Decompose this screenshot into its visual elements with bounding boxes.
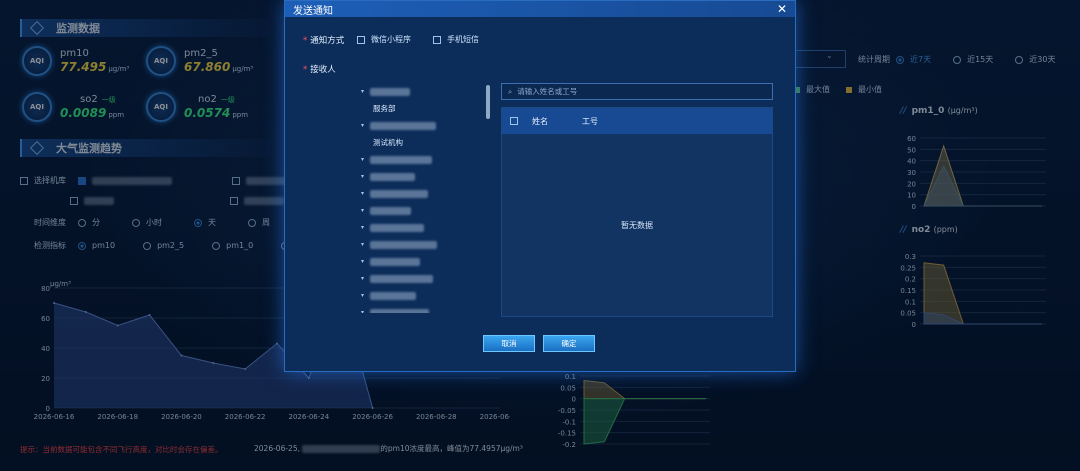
tree-item[interactable]: ▾ bbox=[361, 185, 489, 202]
tree-item[interactable]: ▾ bbox=[361, 219, 489, 236]
org-tree: ▾服务部▾测试机构▾▾▾▾▾▾▾▾▾▾飞手部 bbox=[361, 83, 489, 313]
tree-item-redacted bbox=[370, 240, 438, 249]
search-placeholder: 请输入姓名或工号 bbox=[517, 87, 578, 96]
tree-item[interactable]: ▾ bbox=[361, 304, 489, 313]
confirm-button[interactable]: 确定 bbox=[543, 335, 595, 352]
tree-item-redacted bbox=[370, 189, 429, 198]
tree-item-redacted bbox=[370, 257, 421, 266]
tree-item-label: 测试机构 bbox=[373, 138, 403, 147]
col-name: 姓名 bbox=[532, 116, 548, 126]
tree-item[interactable]: ▾ bbox=[361, 151, 489, 168]
tree-item-redacted bbox=[370, 308, 430, 313]
tree-item-redacted bbox=[370, 121, 437, 130]
tree-item[interactable]: 测试机构 bbox=[361, 134, 489, 151]
caret-down-icon: ▾ bbox=[361, 156, 365, 163]
tree-item[interactable]: ▾ bbox=[361, 270, 489, 287]
tree-item-redacted bbox=[370, 155, 433, 164]
caret-down-icon: ▾ bbox=[361, 88, 365, 95]
search-icon: ⌕ bbox=[508, 86, 513, 96]
caret-down-icon: ▾ bbox=[361, 173, 365, 180]
cancel-button[interactable]: 取消 bbox=[483, 335, 535, 352]
caret-down-icon: ▾ bbox=[361, 292, 365, 299]
caret-down-icon: ▾ bbox=[361, 190, 365, 197]
sms-checkbox[interactable] bbox=[433, 35, 441, 44]
receiver-table: 姓名 工号 暂无数据 bbox=[501, 107, 773, 317]
tree-item[interactable]: ▾ bbox=[361, 253, 489, 270]
caret-down-icon: ▾ bbox=[361, 258, 365, 265]
tree-item-redacted bbox=[370, 206, 412, 215]
tree-item[interactable]: ▾ bbox=[361, 287, 489, 304]
tree-item-redacted bbox=[370, 291, 417, 300]
method-options: 微信小程序 手机短信 bbox=[357, 34, 479, 45]
tree-item[interactable]: ▾ bbox=[361, 117, 489, 134]
tree-item-redacted bbox=[370, 87, 411, 96]
tree-item[interactable]: ▾ bbox=[361, 83, 489, 100]
empty-text: 暂无数据 bbox=[621, 221, 653, 230]
tree-item-redacted bbox=[370, 223, 425, 232]
select-all-checkbox[interactable] bbox=[510, 117, 518, 125]
tree-item[interactable]: ▾ bbox=[361, 168, 489, 185]
tree-item-redacted bbox=[370, 274, 434, 283]
caret-down-icon: ▾ bbox=[361, 309, 365, 313]
caret-down-icon: ▾ bbox=[361, 122, 365, 129]
close-icon[interactable]: ✕ bbox=[777, 2, 787, 16]
tree-item-redacted bbox=[370, 172, 416, 181]
search-input[interactable]: ⌕ 请输入姓名或工号 bbox=[501, 83, 773, 100]
wechat-checkbox[interactable] bbox=[357, 35, 365, 44]
receiver-label: * 接收人 bbox=[303, 65, 336, 75]
tree-scrollbar[interactable] bbox=[486, 85, 490, 119]
method-label: * 通知方式 bbox=[303, 36, 345, 46]
caret-down-icon: ▾ bbox=[361, 207, 365, 214]
tree-item[interactable]: ▾ bbox=[361, 236, 489, 253]
caret-down-icon: ▾ bbox=[361, 241, 365, 248]
dialog-title: 发送通知 bbox=[285, 1, 795, 17]
tree-item-label: 服务部 bbox=[373, 104, 396, 113]
tree-item[interactable]: 服务部 bbox=[361, 100, 489, 117]
tree-item[interactable]: ▾ bbox=[361, 202, 489, 219]
table-header: 姓名 工号 bbox=[502, 108, 772, 134]
col-id: 工号 bbox=[582, 116, 598, 126]
send-notification-dialog: 发送通知 ✕ * 通知方式 微信小程序 手机短信 * 接收人 ▾ 服务部 ▾ 测试机构 ▾ ▾… bbox=[284, 0, 796, 372]
caret-down-icon: ▾ bbox=[361, 275, 365, 282]
caret-down-icon: ▾ bbox=[361, 224, 365, 231]
